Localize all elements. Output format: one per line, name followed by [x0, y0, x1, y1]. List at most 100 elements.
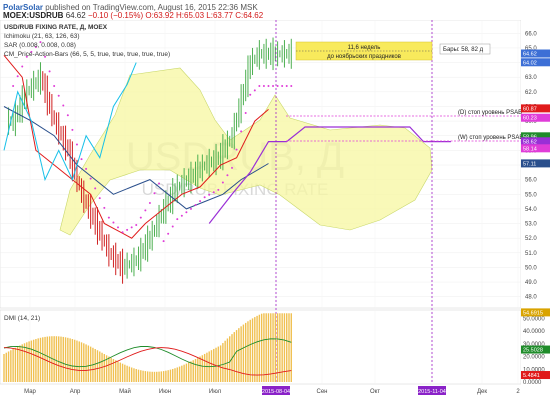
sar-dot — [194, 203, 197, 206]
sar-dot — [262, 84, 265, 87]
weeks-box-line2: до ноябрьских праздников — [327, 54, 401, 60]
dmi-tick-label: 40.0000 — [523, 329, 545, 335]
dmi-title[interactable]: DMI (14, 21) — [4, 315, 40, 322]
sar-dot — [135, 223, 138, 226]
y-tick-label: 62.0 — [525, 90, 537, 96]
dmi-tick-label: 0.0000 — [523, 380, 542, 386]
x-tick-label: Мар — [24, 389, 36, 395]
price-tag-label: 58.14 — [523, 146, 537, 152]
x-tick-label: Апр — [70, 389, 81, 395]
y-tick-label: 63.0 — [525, 75, 537, 81]
sar-dot — [253, 89, 256, 92]
dmi-pane — [0, 309, 522, 385]
sar-dot — [212, 191, 215, 194]
sar-dot — [162, 240, 165, 243]
legend-title: USD/RUB FIXING RATE, Д, MOEX — [4, 24, 108, 31]
sar-dot — [171, 225, 174, 228]
sar-dot — [107, 216, 110, 219]
sar-dot — [258, 84, 261, 87]
sar-dot — [75, 143, 78, 146]
ohlc-values: O:63.92 H:65.03 L:63.77 C:64.62 — [145, 11, 264, 20]
x-tick-label: Дек — [477, 389, 487, 395]
y-tick-label: 54.0 — [525, 207, 537, 213]
sar-dot — [240, 130, 243, 133]
sar-dot — [53, 84, 56, 87]
sar-dot — [144, 209, 147, 212]
y-tick-label: 56.0 — [525, 178, 537, 184]
sar-dot — [167, 232, 170, 235]
y-tick-label: 66.0 — [525, 31, 537, 37]
sar-dot — [71, 128, 74, 131]
sar-dot — [158, 182, 161, 185]
dmi-tag-label: 54.6915 — [523, 310, 543, 316]
x-tick-label: Май — [119, 388, 131, 395]
sar-dot — [180, 214, 183, 217]
sar-dot — [130, 226, 133, 229]
x-tick-label: Июн — [159, 389, 171, 395]
stop-label-d: (D) стоп уровень РЅАВ — [458, 110, 522, 116]
sar-dot — [148, 202, 151, 205]
sar-dot — [12, 84, 15, 87]
sar-dot — [176, 218, 179, 221]
sar-dot — [57, 94, 60, 97]
sar-dot — [199, 200, 202, 203]
dmi-tag-label: 5.4841 — [523, 373, 540, 379]
y-tick-label: 49.0 — [525, 280, 537, 286]
sar-dot — [80, 158, 83, 161]
sar-dot — [244, 112, 247, 115]
price-change: −0.10 (−0.15%) — [87, 11, 144, 20]
sar-dot — [66, 114, 69, 117]
sar-dot — [21, 65, 24, 68]
x-tick-label: 2 — [516, 389, 520, 395]
sar-dot — [231, 166, 233, 169]
price-chart[interactable]: USDRUB, Д USD/RUB FIXING RATE (D) стоп у… — [0, 20, 550, 406]
sar-dot — [189, 207, 192, 210]
sar-dot — [217, 188, 220, 191]
sar-dot — [117, 226, 119, 229]
legend-cm[interactable]: CM_Price-Action-Bars (66, 5, 5, true, tr… — [4, 51, 170, 58]
sar-dot — [203, 196, 206, 199]
sar-dot — [139, 216, 142, 219]
price-tag-label: 60.87 — [523, 106, 537, 112]
quote-line: MOEX:USDRUB 64.62 −0.10 (−0.15%) O:63.92… — [3, 11, 263, 20]
x-tick-label: 2015-11-04 — [418, 389, 446, 395]
x-tick-label: Сен — [317, 389, 328, 395]
sar-dot — [112, 221, 115, 224]
sar-dot — [153, 192, 156, 195]
y-tick-label: 52.0 — [525, 236, 537, 242]
sar-dot — [62, 104, 65, 107]
legend-sar[interactable]: SAR (0.008, 0.008, 0.08) — [4, 42, 76, 49]
sar-dot — [85, 167, 88, 170]
sar-dot — [276, 84, 279, 87]
sar-dot — [16, 75, 19, 78]
sar-dot — [89, 177, 92, 180]
x-tick-label: Июл — [209, 389, 222, 395]
bars-box-text: Бары: 58, 82 д — [443, 47, 484, 53]
stop-label-w: (W) стоп уровень РЅАВ — [458, 135, 523, 141]
price-tag-label: 57.11 — [523, 161, 536, 167]
last-price: 64.62 — [65, 11, 86, 20]
sar-dot — [48, 70, 51, 73]
sar-dot — [208, 193, 211, 196]
sar-dot — [121, 231, 124, 234]
y-tick-label: 53.0 — [525, 222, 537, 228]
sar-dot — [235, 148, 238, 151]
price-tag-label: 64.02 — [523, 60, 537, 66]
sar-dot — [103, 206, 106, 209]
dmi-tick-label: 20.0000 — [523, 355, 545, 361]
chart-header: PolarSolar published on TradingView.com,… — [0, 0, 550, 20]
sar-dot — [272, 84, 275, 87]
symbol-label[interactable]: MOEX:USDRUB — [3, 11, 63, 20]
sar-dot — [226, 174, 229, 177]
sar-dot — [267, 84, 270, 87]
sar-dot — [281, 84, 284, 87]
price-tag-label: 64.62 — [523, 52, 537, 58]
legend-ichimoku[interactable]: Ichimoku (21, 63, 126, 63) — [4, 33, 80, 40]
x-tick-label: 2015-08-04 — [262, 389, 290, 395]
x-axis: Мар Апр Май Июн Июл 2015-08-04 Сен Окт 2015-11-0… — [24, 386, 520, 395]
y-tick-label: 48.0 — [525, 295, 537, 301]
dmi-tag-label: 25.5028 — [523, 348, 543, 354]
sar-dot — [98, 197, 101, 200]
sar-dot — [126, 228, 129, 231]
y-tick-label: 50.0 — [525, 265, 537, 271]
